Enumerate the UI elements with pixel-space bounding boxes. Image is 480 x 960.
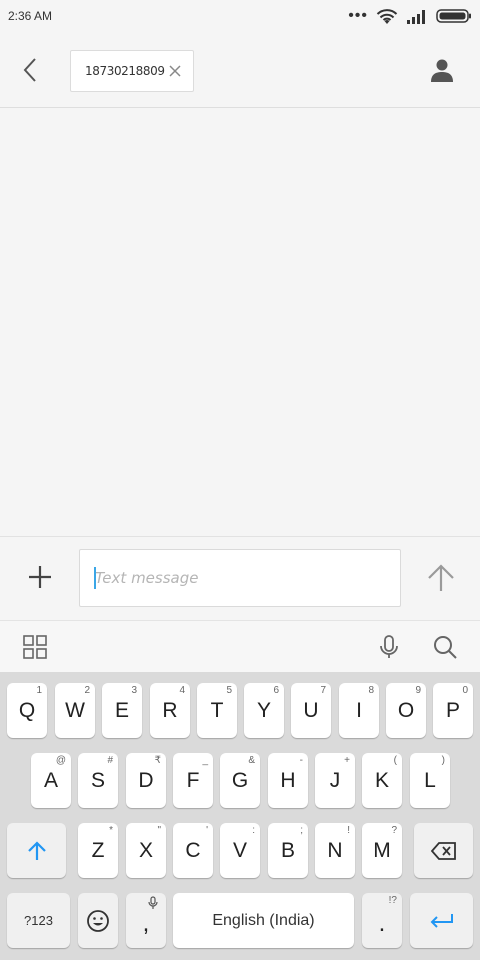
key-t[interactable]: T5: [197, 683, 237, 738]
recipient-chip[interactable]: 18730218809: [70, 50, 194, 92]
text-cursor: [94, 567, 96, 589]
shift-key[interactable]: [7, 823, 66, 878]
battery-icon: [436, 9, 471, 23]
key-s[interactable]: S #: [78, 753, 118, 808]
plus-icon[interactable]: [24, 561, 56, 593]
enter-arrow-icon: [430, 913, 453, 928]
key-i[interactable]: I8: [339, 683, 379, 738]
backspace-icon: [430, 841, 456, 860]
period-key[interactable]: . !?: [362, 893, 402, 948]
emoji-key[interactable]: [78, 893, 118, 948]
status-icons: •••: [348, 7, 472, 25]
key-a[interactable]: A @: [31, 753, 71, 808]
emoji-icon: [87, 909, 109, 932]
key-z[interactable]: Z *: [78, 823, 118, 878]
conversation-area: [0, 108, 480, 537]
key-u[interactable]: U7: [291, 683, 331, 738]
key-p[interactable]: P0: [433, 683, 473, 738]
key-n[interactable]: N!: [315, 823, 355, 878]
compose-bar: [0, 537, 480, 620]
grid-icon[interactable]: [21, 633, 49, 661]
key-v[interactable]: V:: [220, 823, 260, 878]
key-c[interactable]: C ': [173, 823, 213, 878]
microphone-hint-icon: [148, 896, 158, 909]
key-q[interactable]: Q1: [7, 683, 47, 738]
enter-key[interactable]: [410, 893, 473, 948]
key-b[interactable]: B;: [268, 823, 308, 878]
keyboard: Q1 W2 E3 R4 T5 Y6 U7 I8 O9 P0 A @ S # D ₹ F…: [0, 672, 480, 960]
signal-icon: [407, 10, 425, 24]
key-m[interactable]: M?: [362, 823, 402, 878]
keyboard-toolbar: [0, 620, 480, 672]
send-arrow-icon[interactable]: [424, 561, 458, 595]
key-j[interactable]: J +: [315, 753, 355, 808]
wifi-icon: [376, 9, 398, 24]
back-arrow-icon: [23, 58, 36, 82]
space-key[interactable]: English (India): [173, 893, 354, 948]
search-icon[interactable]: [431, 633, 459, 661]
close-icon[interactable]: [167, 63, 183, 79]
key-f[interactable]: F _: [173, 753, 213, 808]
microphone-icon[interactable]: [375, 633, 403, 661]
shift-arrow-icon: [27, 840, 46, 860]
recipient-number: 18730218809: [85, 64, 165, 78]
status-time: 2:36 AM: [8, 9, 53, 23]
status-bar: 2:36 AM •••: [0, 0, 480, 34]
comma-key[interactable]: ,: [126, 893, 166, 948]
key-r[interactable]: R4: [150, 683, 190, 738]
contact-icon[interactable]: [428, 56, 456, 84]
symbols-key[interactable]: ?123: [7, 893, 70, 948]
key-l[interactable]: L): [410, 753, 450, 808]
key-k[interactable]: K(: [362, 753, 402, 808]
conversation-header: 18730218809: [0, 34, 480, 108]
more-dots-icon: •••: [348, 7, 368, 24]
key-h[interactable]: H-: [268, 753, 308, 808]
back-button[interactable]: [16, 54, 44, 86]
key-e[interactable]: E3: [102, 683, 142, 738]
message-input[interactable]: [79, 549, 401, 607]
key-o[interactable]: O9: [386, 683, 426, 738]
key-d[interactable]: D ₹: [126, 753, 166, 808]
backspace-key[interactable]: [414, 823, 473, 878]
key-w[interactable]: W2: [55, 683, 95, 738]
key-g[interactable]: G &: [220, 753, 260, 808]
key-y[interactable]: Y6: [244, 683, 284, 738]
key-x[interactable]: X ": [126, 823, 166, 878]
